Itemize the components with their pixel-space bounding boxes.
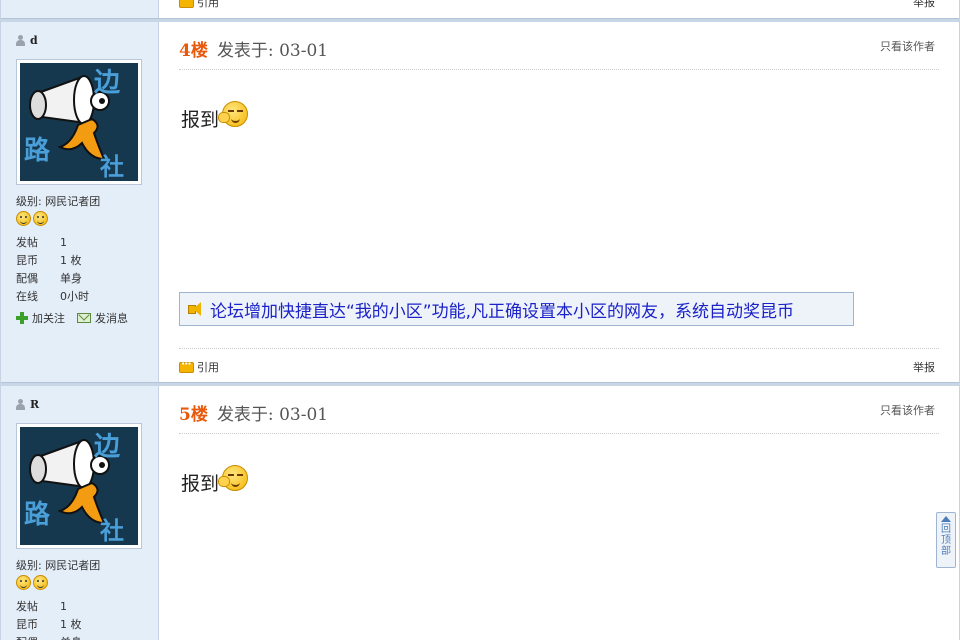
stat-row: 发帖 1 xyxy=(16,234,158,252)
avatar-image: 边 路 社 xyxy=(20,63,138,181)
previous-report-link[interactable]: 举报 xyxy=(913,0,935,10)
svg-text:边: 边 xyxy=(94,432,121,462)
stat-value: 1 xyxy=(60,236,67,249)
floor-number: 5楼 xyxy=(179,405,208,425)
post-header: 4楼 发表于: 03-01 只看该作者 xyxy=(179,36,939,70)
only-author-link[interactable]: 只看该作者 xyxy=(880,38,935,54)
user-icon xyxy=(16,399,25,410)
stat-row: 昆币 1 枚 xyxy=(16,616,158,634)
previous-quote-button[interactable]: 引用 xyxy=(179,0,219,10)
stat-row: 发帖 1 xyxy=(16,598,158,616)
plus-icon xyxy=(16,312,28,324)
user-level: 级别: 网民记者团 xyxy=(16,195,101,208)
follow-button[interactable]: 加关注 xyxy=(16,310,65,326)
svg-text:社: 社 xyxy=(100,153,124,181)
level-smile-icon xyxy=(16,211,31,226)
quote-bubble-icon xyxy=(179,0,194,8)
quote-bubble-icon xyxy=(179,357,194,373)
up-arrow-icon xyxy=(941,516,951,522)
stat-row: 在线 0小时 xyxy=(16,288,158,306)
username[interactable]: R xyxy=(30,398,39,411)
post-floor-4: d 边 路 社 级别: 网民记者团 发帖 1 昆币 1 枚 配偶 单身 在线 0… xyxy=(1,22,959,382)
stat-row: 配偶单身 xyxy=(16,634,158,640)
post-body: 5楼 发表于: 03-01 只看该作者 报到 xyxy=(159,386,959,640)
megaphone-mascot-icon: 边 路 社 xyxy=(20,63,138,181)
stat-value: 0小时 xyxy=(60,290,89,303)
thumbs-up-smiley-icon xyxy=(218,100,250,128)
only-author-link[interactable]: 只看该作者 xyxy=(880,402,935,418)
stat-value: 1 枚 xyxy=(60,254,82,267)
thumbs-up-smiley-icon xyxy=(218,464,250,492)
stat-key: 昆币 xyxy=(16,254,38,267)
avatar[interactable]: 边 路 社 xyxy=(16,423,142,549)
post-text: 报到 xyxy=(181,473,220,495)
user-stats: 发帖 1 昆币 1 枚 配偶单身 xyxy=(16,598,158,640)
avatar[interactable]: 边 路 社 xyxy=(16,59,142,185)
stat-value: 单身 xyxy=(60,272,82,285)
forum-notice: 论坛增加快捷直达“我的小区”功能,凡正确设置本小区的网友，系统自动奖昆币 xyxy=(179,292,854,326)
stat-key: 发帖 xyxy=(16,236,38,249)
floor-number: 4楼 xyxy=(179,41,208,61)
user-actions: 加关注 发消息 xyxy=(16,310,158,326)
svg-text:路: 路 xyxy=(24,499,51,530)
quote-button[interactable]: 引用 xyxy=(179,357,219,375)
mail-icon xyxy=(77,313,91,323)
post-header: 5楼 发表于: 03-01 只看该作者 xyxy=(179,400,939,434)
post-time: 发表于: 03-01 xyxy=(216,41,329,61)
svg-text:社: 社 xyxy=(100,517,124,545)
user-sidebar: R 边 路 社 级别: 网民记者团 发帖 1 昆币 1 枚 xyxy=(1,386,159,640)
svg-text:路: 路 xyxy=(24,135,51,166)
previous-quote-label: 引用 xyxy=(197,0,219,9)
level-smile-icon xyxy=(33,575,48,590)
back-to-top-button[interactable]: 回顶部 xyxy=(936,512,956,568)
stat-key: 配偶 xyxy=(16,634,60,640)
post-text: 报到 xyxy=(181,109,220,131)
level-smile-icon xyxy=(16,575,31,590)
stat-key: 在线 xyxy=(16,290,38,303)
username-row: d xyxy=(16,34,158,47)
level-badges xyxy=(16,211,158,226)
user-sidebar: d 边 路 社 级别: 网民记者团 发帖 1 昆币 1 枚 配偶 单身 在线 0… xyxy=(1,22,159,382)
forum-thread: 引用 举报 d 边 xyxy=(0,0,960,640)
level-smile-icon xyxy=(33,211,48,226)
level-badges xyxy=(16,575,158,590)
user-icon xyxy=(16,35,25,46)
stat-key: 发帖 xyxy=(16,600,38,613)
follow-label: 加关注 xyxy=(32,312,65,325)
send-message-label: 发消息 xyxy=(95,312,128,325)
notice-link[interactable]: 论坛增加快捷直达“我的小区”功能,凡正确设置本小区的网友，系统自动奖昆币 xyxy=(210,297,794,322)
quote-label: 引用 xyxy=(197,361,219,374)
previous-post-sidebar xyxy=(1,0,159,18)
avatar-image: 边 路 社 xyxy=(20,427,138,545)
stat-row: 昆币 1 枚 xyxy=(16,252,158,270)
speaker-icon xyxy=(188,302,204,316)
send-message-button[interactable]: 发消息 xyxy=(77,310,128,326)
post-floor-5: R 边 路 社 级别: 网民记者团 发帖 1 昆币 1 枚 5楼 发表于: 03… xyxy=(1,386,959,640)
post-body: 4楼 发表于: 03-01 只看该作者 报到 论坛增加快捷直达“我的小区”功能,… xyxy=(159,22,959,382)
stat-value: 单身 xyxy=(60,634,82,640)
previous-post-footer: 引用 举报 xyxy=(1,0,959,18)
stat-key: 配偶 xyxy=(16,272,38,285)
username[interactable]: d xyxy=(30,34,38,47)
svg-text:边: 边 xyxy=(94,68,121,98)
stat-value: 1 枚 xyxy=(60,618,82,631)
back-to-top-label: 回顶部 xyxy=(941,524,951,557)
post-content: 报到 xyxy=(181,101,250,132)
user-stats: 发帖 1 昆币 1 枚 配偶 单身 在线 0小时 xyxy=(16,234,158,306)
user-level: 级别: 网民记者团 xyxy=(16,559,101,572)
stat-row: 配偶 单身 xyxy=(16,270,158,288)
stat-key: 昆币 xyxy=(16,618,38,631)
stat-value: 1 xyxy=(60,600,67,613)
megaphone-mascot-icon: 边 路 社 xyxy=(20,427,138,545)
post-footer: 引用 举报 xyxy=(179,348,939,378)
report-link[interactable]: 举报 xyxy=(913,359,935,375)
post-content: 报到 xyxy=(181,465,250,496)
username-row: R xyxy=(16,398,158,411)
post-time: 发表于: 03-01 xyxy=(216,405,329,425)
